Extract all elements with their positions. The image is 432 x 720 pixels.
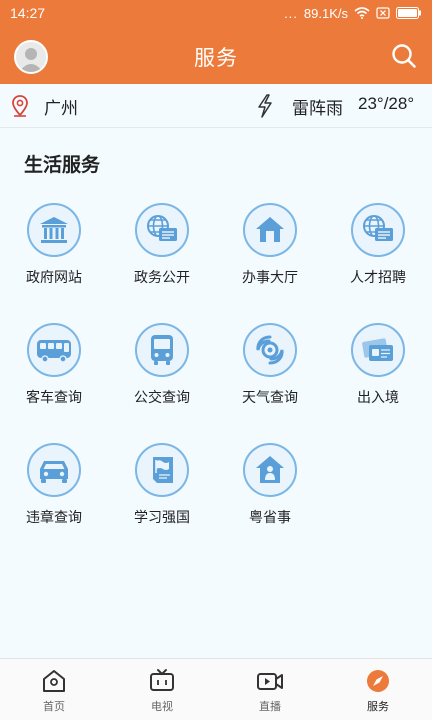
- house-icon: [256, 217, 284, 242]
- network-speed: 89.1K/s: [303, 5, 348, 21]
- service-label: 公交查询: [134, 390, 190, 406]
- nav-label: 电视: [151, 700, 173, 713]
- video-camera-icon: [257, 673, 283, 690]
- nav-live[interactable]: 直播: [216, 659, 324, 720]
- service-bus-query[interactable]: 公交查询: [108, 323, 216, 407]
- service-coach-query[interactable]: 客车查询: [0, 323, 108, 407]
- city-bus-icon: [151, 335, 173, 365]
- nav-home[interactable]: 首页: [0, 659, 108, 720]
- service-label: 违章查询: [26, 510, 82, 526]
- service-label: 学习强国: [134, 510, 190, 526]
- location-pin-icon[interactable]: [12, 95, 28, 117]
- city-name[interactable]: 广州: [44, 94, 78, 119]
- service-label: 政府网站: [26, 270, 82, 286]
- nav-tv[interactable]: 电视: [108, 659, 216, 720]
- app-header: 服务: [0, 26, 432, 84]
- search-icon[interactable]: [390, 42, 418, 70]
- service-label: 政务公开: [134, 270, 190, 286]
- coach-bus-icon: [37, 340, 71, 363]
- flag-book-icon: [153, 457, 173, 483]
- tv-icon: [150, 669, 174, 691]
- section-title: 生活服务: [24, 154, 101, 176]
- service-label: 天气查询: [242, 390, 298, 406]
- page-title: 服务: [194, 46, 238, 70]
- nav-label: 服务: [367, 700, 389, 713]
- status-dots: ...: [284, 5, 298, 21]
- government-building-icon: [40, 217, 68, 243]
- weather-condition: 雷阵雨: [292, 99, 343, 119]
- nav-label: 首页: [43, 700, 65, 713]
- service-service-hall[interactable]: 办事大厅: [216, 203, 324, 287]
- service-xuexi-qiangguo[interactable]: 学习强国: [108, 443, 216, 527]
- temperature-range: 23°/28°: [358, 94, 415, 113]
- thunderstorm-icon: [258, 94, 272, 118]
- car-icon: [40, 461, 68, 483]
- nav-service[interactable]: 服务: [324, 659, 432, 720]
- globe-document-icon: [363, 215, 393, 241]
- service-label: 出入境: [357, 390, 399, 406]
- nav-label: 直播: [259, 700, 281, 713]
- service-public-affairs[interactable]: 政务公开: [108, 203, 216, 287]
- wifi-icon: [354, 7, 370, 19]
- location-bar: 广州 雷阵雨 23°/28°: [0, 84, 432, 128]
- status-bar: 14:27 ... 89.1K/s: [0, 0, 432, 26]
- service-label: 客车查询: [26, 390, 82, 406]
- home-icon: [43, 670, 65, 692]
- service-violation-query[interactable]: 违章查询: [0, 443, 108, 527]
- status-time: 14:27: [10, 5, 46, 21]
- compass-icon: [367, 670, 389, 692]
- service-exit-entry[interactable]: 出入境: [324, 323, 432, 407]
- battery-icon: [396, 7, 421, 19]
- service-weather-query[interactable]: 天气查询: [216, 323, 324, 407]
- service-yue-sheng-shi[interactable]: 粤省事: [216, 443, 324, 527]
- globe-document-icon: [147, 215, 177, 241]
- typhoon-icon: [256, 335, 284, 365]
- service-label: 粤省事: [249, 510, 291, 526]
- service-label: 人才招聘: [350, 270, 406, 286]
- service-talent-recruitment[interactable]: 人才招聘: [324, 203, 432, 287]
- bottom-nav: 首页 电视 直播 服务: [0, 658, 432, 720]
- service-label: 办事大厅: [242, 270, 298, 286]
- passport-card-icon: [362, 338, 393, 361]
- person-house-icon: [256, 456, 284, 483]
- service-government-website[interactable]: 政府网站: [0, 203, 108, 287]
- sim-icon: [376, 7, 390, 19]
